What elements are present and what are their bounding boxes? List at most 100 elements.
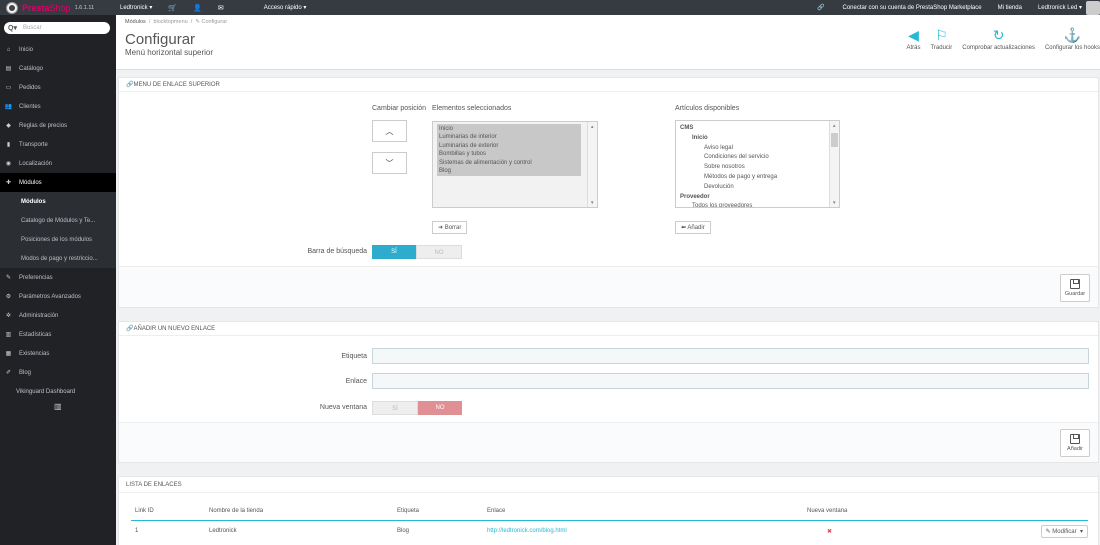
- sidebar-item-label: Pedidos: [19, 84, 41, 91]
- available-items-list[interactable]: CMS Inicio Aviso legal Condiciones del serv…: [675, 120, 840, 208]
- sidebar-item-parametros[interactable]: ⚙ Parámetros Avanzados: [0, 287, 116, 306]
- shop-menu[interactable]: Ledtronick ▾: [120, 4, 152, 11]
- sidebar-item-reglas[interactable]: ◆ Reglas de precios: [0, 116, 116, 135]
- cog-icon: ✲: [5, 313, 12, 319]
- available-option[interactable]: Proveedor: [680, 193, 828, 203]
- sidebar-subitem-posiciones[interactable]: Posiciones de los módulos: [0, 230, 116, 249]
- cell-link-id: 1: [135, 528, 139, 535]
- selected-option[interactable]: Luminarias de exterior: [439, 142, 579, 150]
- sidebar-subitem-modos-pago[interactable]: Modos de pago y restriccio...: [0, 249, 116, 268]
- add-item-button[interactable]: ⬅ Añadir: [675, 221, 711, 234]
- move-up-button[interactable]: ︿: [372, 120, 407, 142]
- scroll-down-icon[interactable]: ▼: [832, 200, 836, 205]
- remove-button[interactable]: ➜ Borrar: [432, 221, 468, 234]
- back-button[interactable]: ◀ Atrás: [906, 28, 920, 51]
- toggle-no[interactable]: NO: [418, 401, 462, 415]
- search-bar-toggle[interactable]: SÍ NO: [372, 245, 462, 259]
- modify-button[interactable]: ✎ Modificar ▾: [1040, 524, 1088, 538]
- cell-label: Blog: [397, 528, 410, 535]
- col-link[interactable]: Enlace: [487, 503, 807, 520]
- search-icon[interactable]: Q▾: [8, 24, 17, 32]
- sidebar-item-clientes[interactable]: 👥 Clientes: [0, 97, 116, 116]
- link-input[interactable]: [372, 373, 1089, 389]
- available-option[interactable]: Sobre nosotros: [680, 163, 828, 173]
- available-option[interactable]: CMS: [680, 124, 828, 134]
- selected-items-list[interactable]: Inicio Luminarias de interior Luminarias d…: [432, 121, 598, 208]
- sidebar-item-existencias[interactable]: ▦ Existencias: [0, 344, 116, 363]
- available-option[interactable]: Aviso legal: [680, 144, 828, 154]
- collapse-menu-icon[interactable]: ▥: [54, 402, 62, 411]
- sidebar-item-catalogo[interactable]: ▤ Catálogo: [0, 59, 116, 78]
- page-title: Configurar: [125, 31, 196, 48]
- selected-scrollbar[interactable]: ▲ ▼: [587, 122, 597, 207]
- cell-link[interactable]: http://ledtronick.com/blog.html: [487, 520, 807, 542]
- selected-option[interactable]: Blog: [439, 167, 579, 175]
- scroll-up-icon[interactable]: ▲: [590, 124, 594, 129]
- sidebar-subitem-modulos[interactable]: Módulos: [0, 192, 116, 211]
- label-input[interactable]: [372, 348, 1089, 364]
- sidebar-item-inicio[interactable]: ⌂ Inicio: [0, 40, 116, 59]
- sidebar-subitem-catalogo[interactable]: Catalogo de Módulos y Te...: [0, 211, 116, 230]
- my-shop-link[interactable]: Mi tienda: [998, 5, 1022, 11]
- available-option[interactable]: Inicio: [680, 134, 828, 144]
- selected-option[interactable]: Sistemas de alimentación y control: [439, 159, 579, 167]
- move-down-button[interactable]: ﹀: [372, 152, 407, 174]
- toggle-no[interactable]: NO: [416, 245, 462, 259]
- user-menu[interactable]: Ledtronick Led ▾: [1038, 4, 1082, 11]
- cart-icon[interactable]: 🛒: [168, 4, 177, 12]
- user-icon[interactable]: 👤: [193, 4, 202, 12]
- scrollbar-thumb[interactable]: [831, 133, 838, 147]
- mail-icon[interactable]: ✉: [218, 4, 224, 12]
- prestashop-logo[interactable]: Presta Shop 1.6.1.11: [0, 1, 108, 14]
- panel-heading: 🔗MENU DE ENLACE SUPERIOR: [119, 78, 1098, 92]
- sidebar-item-vikinguard[interactable]: Vikinguard Dashboard: [0, 382, 116, 401]
- edit-icon: ✐: [5, 370, 12, 376]
- sidebar-item-label: Blog: [19, 369, 32, 376]
- search-box[interactable]: Q▾ Buscar: [4, 22, 110, 34]
- sidebar-item-label: Administración: [19, 312, 59, 319]
- selected-option[interactable]: Luminarias de interior: [439, 133, 579, 141]
- selected-option[interactable]: Bombillas y tubos: [439, 150, 579, 158]
- available-option[interactable]: Condiciones del servicio: [680, 153, 828, 163]
- scroll-down-icon[interactable]: ▼: [590, 200, 594, 205]
- sidebar-item-pedidos[interactable]: ▭ Pedidos: [0, 78, 116, 97]
- sidebar-item-modulos[interactable]: ✚ Módulos: [0, 173, 116, 192]
- available-option[interactable]: Devolución: [680, 183, 828, 193]
- search-input[interactable]: Buscar: [23, 25, 42, 31]
- table-row: 1 Ledtronick Blog http://ledtronick.com/…: [131, 520, 1088, 542]
- brand-presta: Presta: [22, 2, 50, 13]
- toggle-yes[interactable]: SÍ: [372, 401, 418, 415]
- links-list-panel: LISTA DE ENLACES Link ID Nombre de la ti…: [118, 476, 1099, 545]
- quick-access-menu[interactable]: Acceso rápido ▾: [264, 4, 307, 11]
- sidebar-item-estadisticas[interactable]: ▥ Estadísticas: [0, 325, 116, 344]
- sidebar-item-preferencias[interactable]: ✎ Preferencias: [0, 268, 116, 287]
- caret-down-icon[interactable]: ▾: [1080, 529, 1083, 535]
- col-shop-name[interactable]: Nombre de la tienda: [209, 503, 397, 520]
- save-button[interactable]: Guardar: [1060, 274, 1090, 302]
- box-icon: ▦: [5, 351, 12, 357]
- check-updates-button[interactable]: ↻ Comprobar actualizaciones: [962, 28, 1035, 51]
- available-option[interactable]: Todos los proveedores: [680, 202, 828, 207]
- toggle-yes[interactable]: SÍ: [372, 245, 416, 259]
- col-new-window[interactable]: Nueva ventana: [807, 503, 957, 520]
- breadcrumb-blocktopmenu[interactable]: blocktopmenu: [153, 19, 187, 25]
- add-link-button[interactable]: Añadir: [1060, 429, 1090, 457]
- col-link-id[interactable]: Link ID: [131, 503, 209, 520]
- col-label[interactable]: Etiqueta: [397, 503, 487, 520]
- selected-option[interactable]: Inicio: [439, 125, 579, 133]
- sidebar-item-blog[interactable]: ✐ Blog: [0, 363, 116, 382]
- marketplace-link[interactable]: 🔗 Conectar con su cuenta de PrestaShop M…: [817, 4, 981, 11]
- avatar[interactable]: [1086, 0, 1100, 15]
- translate-button[interactable]: ⚐ Traducir: [930, 28, 952, 51]
- available-option[interactable]: Métodos de pago y entrega: [680, 173, 828, 183]
- configure-hooks-button[interactable]: ⚓ Configurar los hooks: [1045, 28, 1100, 51]
- sidebar-item-transporte[interactable]: ▮ Transporte: [0, 135, 116, 154]
- sidebar-item-administracion[interactable]: ✲ Administración: [0, 306, 116, 325]
- available-scrollbar[interactable]: ▲ ▼: [829, 121, 839, 207]
- sidebar: Q▾ Buscar ⌂ Inicio ▤ Catálogo ▭ Pedidos 👥 Cl…: [0, 15, 116, 545]
- new-window-toggle[interactable]: SÍ NO: [372, 401, 462, 415]
- breadcrumb-modulos[interactable]: Módulos: [125, 19, 146, 25]
- sidebar-item-localizacion[interactable]: ◉ Localización: [0, 154, 116, 173]
- available-items-container: CMS Inicio Aviso legal Condiciones del serv…: [680, 124, 828, 207]
- scroll-up-icon[interactable]: ▲: [832, 123, 836, 128]
